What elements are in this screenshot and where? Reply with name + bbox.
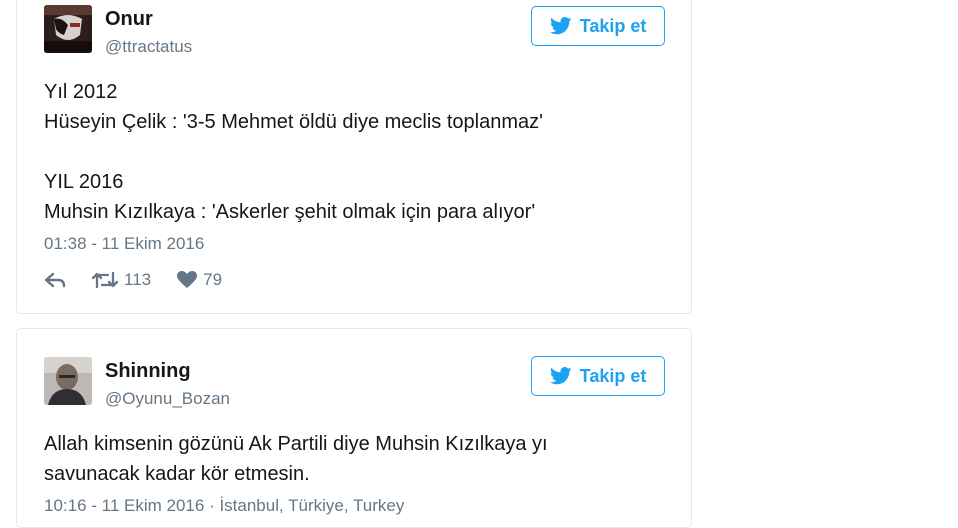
retweet-button[interactable]: 113 (92, 270, 151, 290)
avatar[interactable] (44, 357, 92, 405)
reply-icon (44, 271, 66, 289)
author-handle[interactable]: @Oyunu_Bozan (105, 388, 230, 410)
author-handle[interactable]: @ttractatus (105, 36, 192, 58)
tweet-text: Allah kimsenin gözünü Ak Partili diye Mu… (44, 433, 548, 485)
like-button[interactable]: 79 (177, 270, 222, 290)
retweet-icon (92, 271, 118, 289)
tweet-timestamp[interactable]: 01:38 - 11 Ekim 2016 (44, 233, 204, 255)
author-name[interactable]: Shinning (105, 359, 191, 383)
follow-button[interactable]: Takip et (531, 356, 665, 396)
follow-button[interactable]: Takip et (531, 6, 665, 46)
like-count: 79 (203, 270, 223, 289)
avatar[interactable] (44, 5, 92, 53)
author-name[interactable]: Onur (105, 7, 153, 31)
retweet-count: 113 (124, 270, 152, 289)
tweet-text: Yıl 2012 Hüseyin Çelik : '3-5 Mehmet öld… (44, 81, 543, 223)
twitter-bird-icon (549, 17, 572, 35)
follow-button-label: Takip et (579, 15, 647, 36)
tweet-card: Shinning @Oyunu_Bozan Takip et Allah kim… (16, 328, 692, 528)
follow-button-label: Takip et (579, 365, 647, 386)
tweet-card: Onur @ttractatus Takip et Yıl 2012 Hüsey… (16, 0, 692, 314)
heart-icon (177, 271, 198, 289)
tweet-timestamp[interactable]: 10:16 - 11 Ekim 2016 · İstanbul, Türkiye… (44, 495, 404, 517)
reply-button[interactable] (44, 271, 66, 289)
tweet-actions: 113 79 (44, 270, 222, 290)
twitter-bird-icon (549, 367, 572, 385)
